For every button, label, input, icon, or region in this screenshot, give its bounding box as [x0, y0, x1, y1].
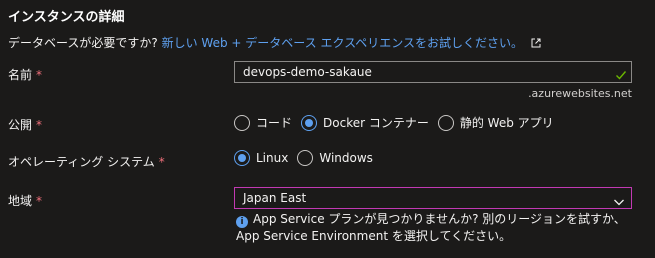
- region-info-message: i App Service プランが見つかりませんか? 別のリージョンを試すか、A…: [236, 211, 636, 244]
- region-dropdown[interactable]: Japan East: [234, 187, 632, 209]
- required-mark: *: [158, 155, 165, 169]
- region-info-text: App Service プランが見つかりませんか? 別のリージョンを試すか、Ap…: [236, 212, 626, 243]
- radio-button[interactable]: [234, 114, 250, 131]
- app-name-field[interactable]: [234, 61, 632, 83]
- os-option-windows[interactable]: Windows: [297, 150, 373, 166]
- region-label-text: 地域: [8, 194, 33, 208]
- required-mark: *: [36, 68, 43, 82]
- required-mark: *: [36, 118, 43, 132]
- section-title: インスタンスの詳細: [8, 10, 125, 25]
- intro-text: データベースが必要ですか?: [8, 36, 158, 50]
- name-label: 名前 *: [8, 66, 42, 83]
- publish-option-label: Docker コンテナー: [323, 116, 429, 130]
- radio-button[interactable]: [297, 150, 314, 166]
- publish-option-label: コード: [256, 116, 293, 130]
- publish-option-code[interactable]: コード: [234, 114, 292, 131]
- domain-suffix: .azurewebsites.net: [528, 87, 632, 100]
- os-option-label: Windows: [319, 151, 373, 165]
- database-intro: データベースが必要ですか? 新しい Web + データベース エクスペリエンスを…: [8, 34, 541, 51]
- os-label-text: オペレーティング システム: [8, 155, 155, 169]
- try-web-database-link[interactable]: 新しい Web + データベース エクスペリエンスをお試しください。: [162, 36, 523, 50]
- info-icon: i: [236, 216, 248, 228]
- os-option-label: Linux: [256, 151, 289, 165]
- publish-label: 公開 *: [8, 116, 42, 133]
- os-label: オペレーティング システム *: [8, 153, 165, 170]
- checkmark-icon: [615, 66, 627, 85]
- publish-option-docker[interactable]: Docker コンテナー: [301, 114, 429, 131]
- os-option-linux[interactable]: Linux: [234, 150, 288, 166]
- os-radio-group: Linux Windows: [234, 150, 382, 166]
- chevron-down-icon[interactable]: [613, 193, 625, 212]
- instance-details-form: インスタンスの詳細 データベースが必要ですか? 新しい Web + データベース…: [0, 0, 655, 258]
- publish-radio-group: コード Docker コンテナー 静的 Web アプリ: [234, 114, 563, 131]
- radio-button[interactable]: [437, 114, 454, 131]
- publish-label-text: 公開: [8, 118, 33, 132]
- app-name-input[interactable]: [235, 62, 613, 82]
- external-link-icon[interactable]: [531, 37, 541, 51]
- required-mark: *: [36, 194, 43, 208]
- publish-option-label: 静的 Web アプリ: [459, 116, 554, 130]
- name-label-text: 名前: [8, 68, 33, 82]
- region-selected-value: Japan East: [243, 191, 307, 205]
- publish-option-static-web-app[interactable]: 静的 Web アプリ: [437, 114, 554, 131]
- region-label: 地域 *: [8, 192, 42, 209]
- radio-button-selected[interactable]: [234, 150, 250, 166]
- radio-button-selected[interactable]: [301, 114, 318, 131]
